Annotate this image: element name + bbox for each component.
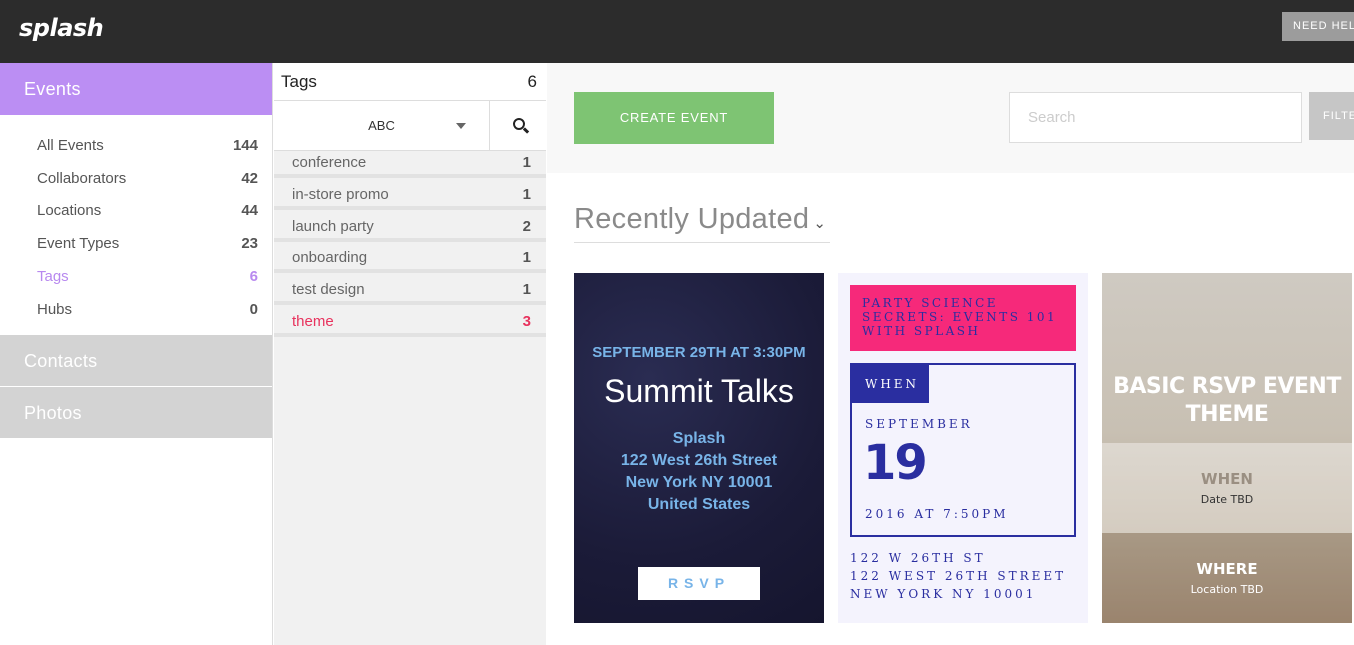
tag-count: 1 xyxy=(522,154,531,171)
when-value: Date TBD xyxy=(1200,493,1254,506)
sidebar-item-label: Hubs xyxy=(37,300,73,318)
chevron-down-icon: ⌄ xyxy=(813,215,827,232)
tags-filter-bar: ABC xyxy=(274,101,546,151)
sidebar-item-count: 144 xyxy=(232,136,258,154)
main-content: CREATE EVENT FILTE Recently Updated⌄ SEP… xyxy=(547,63,1354,645)
sidebar-item-label: Locations xyxy=(37,202,102,220)
address-line: United States xyxy=(647,496,751,513)
tag-count: 1 xyxy=(522,249,531,267)
need-help-button[interactable]: NEED HEL xyxy=(1282,12,1354,41)
tags-count: 6 xyxy=(527,71,537,91)
event-month: SEPTEMBER xyxy=(865,417,973,431)
where-value: Location TBD xyxy=(1190,583,1264,596)
sidebar-item-label: Collaborators xyxy=(37,169,127,187)
sort-label: Recently Updated xyxy=(574,203,810,235)
tag-label: launch party xyxy=(292,217,374,235)
sidebar-item-count: 6 xyxy=(249,268,258,286)
sidebar-item-label: Event Types xyxy=(37,235,120,253)
sidebar-item-locations[interactable]: Locations 44 xyxy=(0,195,272,228)
address-line: 122 WEST 26TH STREET xyxy=(850,569,1067,583)
event-title: Summit Talks xyxy=(604,373,794,409)
event-where-block: WHERE Location TBD xyxy=(1102,533,1352,623)
event-title: BASIC RSVP EVENT THEME xyxy=(1113,374,1341,427)
address-line: 122 W 26TH ST xyxy=(850,551,986,565)
tag-label: conference xyxy=(292,154,367,171)
sidebar-item-hubs[interactable]: Hubs 0 xyxy=(0,293,272,326)
event-search-input[interactable] xyxy=(1009,92,1302,143)
tags-header: Tags 6 xyxy=(274,63,546,101)
sidebar-item-count: 0 xyxy=(249,300,258,318)
address-line: NEW YORK NY 10001 xyxy=(850,587,1037,601)
search-icon-handle xyxy=(522,127,530,134)
tag-label: test design xyxy=(292,281,365,299)
event-date: SEPTEMBER 29TH AT 3:30PM xyxy=(592,344,806,361)
event-when-block: WHEN Date TBD xyxy=(1102,443,1352,533)
event-title-banner: PARTY SCIENCE SECRETS: EVENTS 101 WITH S… xyxy=(850,285,1076,351)
tag-row[interactable]: launch party 2 xyxy=(274,214,546,242)
event-day: 19 xyxy=(863,435,928,491)
tags-sort-select[interactable]: ABC xyxy=(274,101,490,150)
sidebar-item-label: Tags xyxy=(37,268,69,286)
sort-dropdown[interactable]: Recently Updated ⌄ xyxy=(574,203,831,243)
tag-label: theme xyxy=(292,312,334,330)
tag-label: in-store promo xyxy=(292,185,389,203)
sidebar-item-tags[interactable]: Tags 6 xyxy=(0,260,272,293)
sidebar-item-event-types[interactable]: Event Types 23 xyxy=(0,227,272,260)
tag-label: onboarding xyxy=(292,249,368,267)
event-card-party-science[interactable]: PARTY SCIENCE SECRETS: EVENTS 101 WITH S… xyxy=(838,273,1088,623)
address-line: New York NY 10001 xyxy=(625,474,773,491)
sidebar-section-events[interactable]: Events xyxy=(0,63,272,115)
event-address: 122 W 26TH ST 122 WEST 26TH STREET NEW Y… xyxy=(850,549,1066,603)
filter-button[interactable]: FILTE xyxy=(1309,92,1354,140)
splash-logo[interactable]: splash xyxy=(19,14,104,42)
address-line: 122 West 26th Street xyxy=(620,452,778,469)
create-event-button[interactable]: CREATE EVENT xyxy=(574,92,774,144)
caret-down-icon xyxy=(456,123,466,129)
event-when-box: WHEN SEPTEMBER 19 2016 AT 7:50PM xyxy=(850,363,1076,537)
tag-count: 2 xyxy=(522,217,531,235)
rsvp-button: RSVP xyxy=(638,567,760,600)
sidebar-item-all-events[interactable]: All Events 144 xyxy=(0,129,272,162)
tags-title: Tags xyxy=(281,71,317,91)
top-bar: splash NEED HEL xyxy=(0,0,1354,63)
tags-panel: Tags 6 ABC conference 1 in-store promo 1… xyxy=(274,63,546,645)
tag-count: 3 xyxy=(522,312,531,330)
sidebar-section-photos[interactable]: Photos xyxy=(0,386,272,439)
sidebar-section-contacts[interactable]: Contacts xyxy=(0,334,272,387)
sidebar-item-count: 23 xyxy=(241,235,258,253)
address-line: Splash xyxy=(672,430,726,447)
sidebar: Events All Events 144 Collaborators 42 L… xyxy=(0,63,273,645)
main-toolbar: CREATE EVENT FILTE xyxy=(547,63,1354,173)
event-card-summit-talks[interactable]: SEPTEMBER 29TH AT 3:30PM Summit Talks Sp… xyxy=(574,273,824,623)
tag-row[interactable]: in-store promo 1 xyxy=(274,182,546,210)
when-label: WHEN xyxy=(852,365,929,403)
sidebar-item-label: All Events xyxy=(37,136,104,154)
when-label: WHEN xyxy=(1201,470,1253,488)
tag-row[interactable]: conference 1 xyxy=(274,151,546,178)
events-nav-list: All Events 144 Collaborators 42 Location… xyxy=(0,115,272,335)
tags-search-button[interactable] xyxy=(490,101,546,150)
event-time: 2016 AT 7:50PM xyxy=(865,507,1009,521)
tags-sort-value: ABC xyxy=(368,118,395,133)
tag-count: 1 xyxy=(522,281,531,299)
event-address: Splash 122 West 26th Street New York NY … xyxy=(574,428,824,516)
tag-row[interactable]: test design 1 xyxy=(274,278,546,306)
tag-count: 1 xyxy=(522,185,531,203)
sidebar-item-collaborators[interactable]: Collaborators 42 xyxy=(0,162,272,195)
sidebar-item-count: 44 xyxy=(241,202,258,220)
event-card-basic-rsvp[interactable]: BASIC RSVP EVENT THEME WHEN Date TBD WHE… xyxy=(1102,273,1352,623)
tag-row[interactable]: onboarding 1 xyxy=(274,246,546,274)
sidebar-item-count: 42 xyxy=(241,169,258,187)
tag-row-active[interactable]: theme 3 xyxy=(274,309,546,337)
where-label: WHERE xyxy=(1196,560,1258,578)
